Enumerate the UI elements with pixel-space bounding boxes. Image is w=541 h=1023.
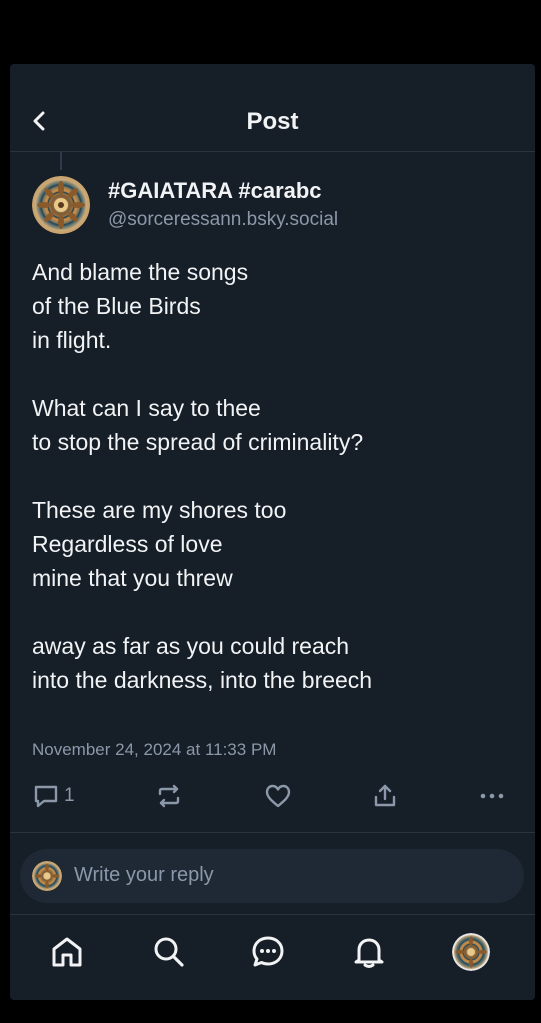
- home-icon: [52, 937, 82, 967]
- chat-icon: [252, 936, 284, 967]
- post-line: [32, 357, 522, 391]
- author-display-name[interactable]: #GAIATARA #carabc: [108, 178, 322, 204]
- share-icon: [374, 784, 396, 807]
- post-line: These are my shores too: [32, 497, 287, 523]
- post-screen: Post #GAIATARA #carabc @sorceressann.bsk…: [10, 64, 535, 1000]
- post-actions: 1: [10, 780, 535, 816]
- post-line: in flight.: [32, 327, 112, 353]
- more-options-button[interactable]: [478, 780, 506, 812]
- reply-icon: [34, 785, 58, 808]
- post-line: What can I say to thee: [32, 395, 261, 421]
- search-icon: [154, 937, 184, 967]
- like-button[interactable]: [263, 780, 293, 812]
- more-icon: [480, 793, 504, 799]
- notifications-icon: [354, 938, 384, 968]
- nav-notifications[interactable]: [349, 932, 389, 972]
- nav-chat[interactable]: [248, 932, 288, 972]
- mandala-avatar: [32, 861, 62, 891]
- share-button[interactable]: [371, 780, 399, 812]
- post-line: mine that you threw: [32, 565, 233, 591]
- nav-search[interactable]: [149, 932, 189, 972]
- repost-icon: [158, 784, 180, 808]
- bottom-nav: [10, 914, 535, 1000]
- profile-avatar: [452, 933, 490, 971]
- page-title: Post: [246, 108, 299, 135]
- reply-avatar: [32, 861, 62, 891]
- nav-home[interactable]: [47, 932, 87, 972]
- post-line: of the Blue Birds: [32, 293, 201, 319]
- post-line: And blame the songs: [32, 259, 249, 285]
- reply-placeholder: Write your reply: [74, 864, 214, 886]
- reply-count: 1: [64, 785, 75, 806]
- thread-connector: [60, 152, 62, 170]
- post-timestamp[interactable]: November 24, 2024 at 11:33 PM: [32, 740, 276, 760]
- post-line: Regardless of love: [32, 531, 223, 557]
- heart-icon: [265, 784, 291, 808]
- mandala-avatar: [452, 933, 490, 971]
- author-avatar[interactable]: [32, 176, 90, 234]
- author-handle[interactable]: @sorceressann.bsky.social: [108, 209, 338, 231]
- reply-button[interactable]: 1: [32, 780, 75, 812]
- post-line: [32, 595, 522, 629]
- post-line: to stop the spread of criminality?: [32, 429, 364, 455]
- nav-profile[interactable]: [451, 932, 491, 972]
- post-line: [32, 459, 522, 493]
- mandala-avatar: [32, 176, 90, 234]
- post-line: into the darkness, into the breech: [32, 667, 373, 693]
- repost-button[interactable]: [155, 780, 183, 812]
- divider: [10, 832, 535, 833]
- reply-input[interactable]: Write your reply: [20, 849, 524, 903]
- top-bar: Post: [10, 64, 535, 152]
- post-body: And blame the songs of the Blue Birds in…: [32, 255, 522, 697]
- post-line: away as far as you could reach: [32, 633, 350, 659]
